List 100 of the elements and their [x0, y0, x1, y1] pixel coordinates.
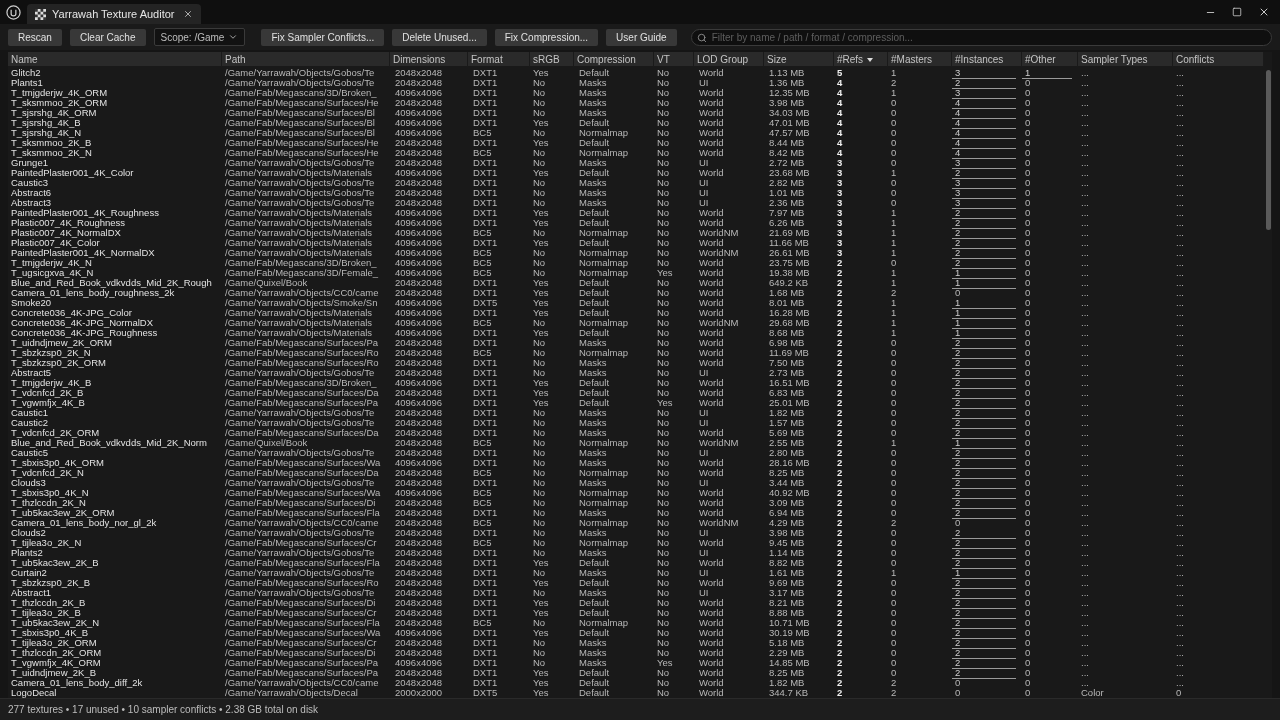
count-link[interactable]: 2	[952, 468, 1016, 479]
column-header[interactable]: Dimensions	[393, 52, 446, 67]
column-header[interactable]: #Refs	[837, 52, 864, 67]
column-header[interactable]: #Instances	[955, 52, 1004, 67]
column-header[interactable]: Size	[767, 52, 787, 67]
close-icon[interactable]	[182, 9, 193, 19]
count-link[interactable]: 2	[952, 648, 1016, 659]
count-link[interactable]: 3	[952, 68, 1016, 79]
toolbar-button[interactable]: Fix Sampler Conflicts...	[261, 28, 385, 46]
scrollbar[interactable]	[1264, 52, 1272, 698]
count-link[interactable]: 2	[952, 598, 1016, 609]
count-link[interactable]: 3	[952, 188, 1016, 199]
window-tab[interactable]: Yarrawah Texture Auditor	[27, 4, 201, 24]
toolbar-button[interactable]: Delete Unused...	[392, 28, 487, 46]
count-link[interactable]: 2	[952, 168, 1016, 179]
count-link[interactable]: 2	[952, 208, 1016, 219]
table-cell-text: 2048x2048	[394, 528, 444, 539]
count-link[interactable]: 2	[952, 248, 1016, 259]
count-link[interactable]: 2	[952, 428, 1016, 439]
table-cell-text: 0	[890, 98, 898, 109]
count-link[interactable]: 2	[952, 618, 1016, 629]
count-link[interactable]: 2	[952, 228, 1016, 239]
count-link[interactable]: 2	[952, 478, 1016, 489]
table-cell-text: World	[698, 208, 725, 219]
column-header[interactable]: Path	[225, 52, 246, 67]
maximize-icon[interactable]	[1232, 7, 1242, 17]
count-link[interactable]: 2	[952, 668, 1016, 679]
count-link[interactable]: 2	[952, 538, 1016, 549]
toolbar-button[interactable]: User Guide	[606, 28, 677, 46]
count-link[interactable]: 1	[952, 438, 1016, 449]
scrollbar-thumb[interactable]	[1265, 70, 1271, 230]
count-link[interactable]: 3	[952, 88, 1016, 99]
count-link[interactable]: 4	[952, 128, 1016, 139]
count-link[interactable]: 1	[952, 328, 1016, 339]
count-link[interactable]: 2	[952, 528, 1016, 539]
count-link[interactable]: 2	[952, 78, 1016, 89]
table-cell-text: World	[698, 628, 725, 639]
table-cell-text: /Game/Yarrawah/Objects/CC0/came	[224, 678, 380, 688]
table-cell-text: No	[656, 488, 671, 499]
count-link[interactable]: 2	[952, 358, 1016, 369]
count-link[interactable]: 1	[952, 298, 1016, 309]
column-header[interactable]: Sampler Types	[1081, 52, 1148, 67]
count-link[interactable]: 2	[952, 258, 1016, 269]
count-link[interactable]: 2	[952, 638, 1016, 649]
table-cell-text: 4	[836, 138, 844, 149]
table-cell-text: 4	[836, 98, 844, 109]
count-link[interactable]: 2	[952, 498, 1016, 509]
count-link[interactable]: 1	[952, 268, 1016, 279]
column-header[interactable]: LOD Group	[697, 52, 749, 67]
count-link[interactable]: 2	[952, 508, 1016, 519]
column-header[interactable]: #Other	[1025, 52, 1056, 67]
count-link[interactable]: 2	[952, 458, 1016, 469]
count-link[interactable]: 2	[952, 588, 1016, 599]
column-header[interactable]: Compression	[577, 52, 636, 67]
table-cell-text: ...	[1175, 678, 1185, 688]
count-link[interactable]: 2	[952, 408, 1016, 419]
count-link[interactable]: 4	[952, 98, 1016, 109]
toolbar-button[interactable]: Fix Compression...	[494, 28, 599, 46]
column-header[interactable]: Conflicts	[1176, 52, 1215, 67]
count-link[interactable]: 4	[952, 108, 1016, 119]
count-link[interactable]: 2	[952, 548, 1016, 559]
table-cell-text: /Game/Yarrawah/Objects/Materials	[224, 168, 373, 179]
close-icon[interactable]	[1258, 6, 1270, 18]
count-link[interactable]: 2	[952, 488, 1016, 499]
count-link[interactable]: 2	[952, 338, 1016, 349]
count-link[interactable]: 2	[952, 218, 1016, 229]
scope-dropdown[interactable]: Scope: /Game	[153, 28, 246, 46]
count-link[interactable]: 2	[952, 448, 1016, 459]
count-link[interactable]: 1	[1022, 68, 1072, 79]
count-link[interactable]: 1	[952, 308, 1016, 319]
toolbar-button[interactable]: Rescan	[8, 28, 62, 46]
table-cell-text: No	[532, 348, 547, 359]
column-header[interactable]: sRGB	[533, 52, 560, 67]
count-link[interactable]: 1	[952, 568, 1016, 579]
count-link[interactable]: 2	[952, 238, 1016, 249]
count-link[interactable]: 2	[952, 378, 1016, 389]
count-link[interactable]: 2	[952, 348, 1016, 359]
count-link[interactable]: 4	[952, 148, 1016, 159]
count-link[interactable]: 2	[952, 578, 1016, 589]
count-link[interactable]: 2	[952, 628, 1016, 639]
count-link[interactable]: 2	[952, 398, 1016, 409]
count-link[interactable]: 4	[952, 118, 1016, 129]
toolbar-button[interactable]: Clear Cache	[69, 28, 146, 46]
count-link[interactable]: 2	[952, 418, 1016, 429]
count-link[interactable]: 1	[952, 278, 1016, 289]
count-link[interactable]: 3	[952, 158, 1016, 169]
count-link[interactable]: 2	[952, 368, 1016, 379]
count-link[interactable]: 3	[952, 198, 1016, 209]
count-link[interactable]: 2	[952, 558, 1016, 569]
count-link[interactable]: 2	[952, 608, 1016, 619]
column-header[interactable]: Format	[471, 52, 503, 67]
count-link[interactable]: 1	[952, 318, 1016, 329]
count-link[interactable]: 3	[952, 178, 1016, 189]
column-header[interactable]: VT	[657, 52, 670, 67]
column-header[interactable]: Name	[11, 52, 38, 67]
column-header[interactable]: #Masters	[891, 52, 933, 67]
search-field[interactable]: Filter by name / path / format / compression...	[690, 28, 1272, 46]
count-link[interactable]: 4	[952, 138, 1016, 149]
count-link[interactable]: 2	[952, 658, 1016, 669]
count-link[interactable]: 2	[952, 388, 1016, 399]
